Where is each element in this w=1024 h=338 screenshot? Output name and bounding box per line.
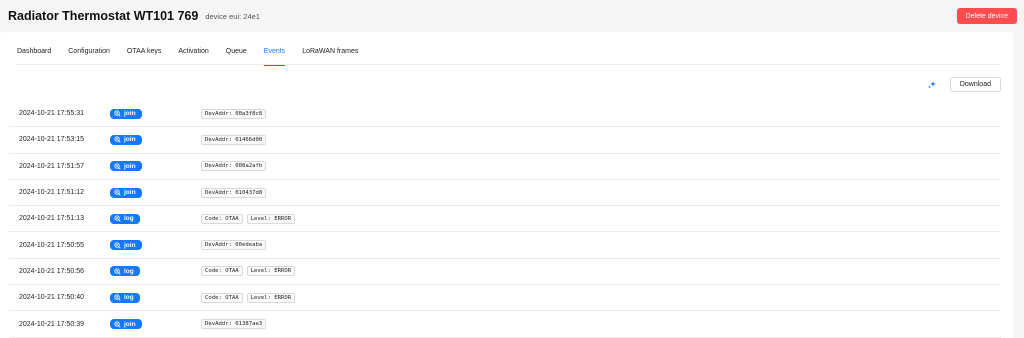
- event-tags: Code: OTAA Level: ERROR: [201, 213, 296, 224]
- event-tags: Code: OTAA Level: ERROR: [201, 292, 296, 303]
- event-tags: DevAddr: 00edeaba: [201, 240, 267, 251]
- tab-events[interactable]: Events: [263, 46, 286, 66]
- event-time: 2024-10-21 17:55:31: [19, 110, 84, 118]
- event-tags: DevAddr: 01466d00: [201, 134, 267, 145]
- event-time: 2024-10-21 17:53:15: [19, 136, 84, 144]
- event-tag: Level: ERROR: [246, 213, 296, 224]
- event-time: 2024-10-21 17:50:55: [19, 241, 84, 249]
- event-type-label: join: [124, 136, 136, 144]
- event-time: 2024-10-21 17:51:12: [19, 189, 84, 197]
- event-row: 2024-10-21 17:50:56 log Code: OTAA Level: E…: [9, 259, 1001, 286]
- download-button[interactable]: Download: [949, 77, 1001, 92]
- event-tag: DevAddr: 00a3f8c8: [201, 108, 267, 119]
- events-toolbar: Download: [927, 77, 1001, 92]
- event-tag: Level: ERROR: [246, 266, 296, 277]
- page-header: Radiator Thermostat WT101 769 device eui…: [0, 0, 1024, 32]
- event-type-label: join: [124, 110, 136, 118]
- event-type-badge[interactable]: log: [110, 292, 140, 303]
- event-row: 2024-10-21 17:50:39 join DevAddr: 01387ae3: [9, 311, 1001, 338]
- sparkle-icon[interactable]: [927, 80, 937, 90]
- event-tag: DevAddr: 010437d8: [201, 187, 267, 198]
- event-row: 2024-10-21 17:53:15 join DevAddr: 01466d00: [9, 127, 1001, 154]
- event-type-label: join: [124, 241, 136, 249]
- event-row: 2024-10-21 17:50:40 log Code: OTAA Level: E…: [9, 285, 1001, 312]
- event-type-label: log: [124, 267, 134, 275]
- events-list: 2024-10-21 17:55:31 join DevAddr: 00a3f8c8…: [9, 101, 1001, 338]
- event-row: 2024-10-21 17:55:31 join DevAddr: 00a3f8c8: [9, 101, 1001, 128]
- event-row: 2024-10-21 17:51:12 join DevAddr: 010437d8: [9, 180, 1001, 207]
- event-time: 2024-10-21 17:50:56: [19, 267, 84, 275]
- event-tags: DevAddr: 01387ae3: [201, 319, 267, 330]
- event-type-label: join: [124, 320, 136, 328]
- event-tag: DevAddr: 00edeaba: [201, 240, 267, 251]
- event-type-label: join: [124, 189, 136, 197]
- event-type-badge[interactable]: join: [110, 134, 142, 145]
- event-type-badge[interactable]: log: [110, 266, 140, 277]
- tab-lorawan-frames[interactable]: LoRaWAN frames: [302, 46, 358, 65]
- event-time: 2024-10-21 17:50:39: [19, 320, 84, 328]
- event-time: 2024-10-21 17:51:57: [19, 162, 84, 170]
- tab-configuration[interactable]: Configuration: [68, 46, 110, 65]
- tab-activation[interactable]: Activation: [178, 46, 208, 65]
- delete-device-button[interactable]: Delete device: [956, 8, 1017, 24]
- event-type-label: join: [124, 162, 136, 170]
- zoom-in-icon: [114, 163, 121, 170]
- zoom-in-icon: [114, 110, 121, 117]
- event-tag: Level: ERROR: [246, 292, 296, 303]
- event-tags: Code: OTAA Level: ERROR: [201, 266, 296, 277]
- zoom-in-icon: [114, 189, 121, 196]
- event-time: 2024-10-21 17:50:40: [19, 294, 84, 302]
- tab-queue[interactable]: Queue: [226, 46, 247, 65]
- event-time: 2024-10-21 17:51:13: [19, 215, 84, 223]
- device-eui: device eui: 24e1: [205, 12, 260, 21]
- event-tag: DevAddr: 01466d00: [201, 134, 267, 145]
- event-row: 2024-10-21 17:50:55 join DevAddr: 00edeaba: [9, 232, 1001, 259]
- zoom-in-icon: [114, 294, 121, 301]
- event-type-label: log: [124, 294, 134, 302]
- event-tag: Code: OTAA: [201, 266, 243, 277]
- tab-otaa-keys[interactable]: OTAA keys: [127, 46, 162, 65]
- zoom-in-icon: [114, 320, 121, 328]
- event-tag: DevAddr: 008a2afb: [201, 161, 267, 172]
- event-row: 2024-10-21 17:51:57 join DevAddr: 008a2afb: [9, 154, 1001, 180]
- event-type-badge[interactable]: join: [110, 187, 142, 198]
- event-type-badge[interactable]: log: [110, 213, 140, 224]
- tab-bar: Dashboard Configuration OTAA keys Activa…: [17, 46, 1001, 66]
- event-type-badge[interactable]: join: [110, 161, 142, 172]
- event-type-badge[interactable]: join: [110, 240, 142, 251]
- event-tag: Code: OTAA: [201, 213, 243, 224]
- event-tags: DevAddr: 00a3f8c8: [201, 108, 267, 119]
- event-type-badge[interactable]: join: [110, 319, 142, 330]
- event-row: 2024-10-21 17:51:13 log Code: OTAA Level: E…: [9, 206, 1001, 233]
- zoom-in-icon: [114, 241, 121, 249]
- zoom-in-icon: [114, 136, 121, 144]
- event-tags: DevAddr: 010437d8: [201, 187, 267, 198]
- event-tags: DevAddr: 008a2afb: [201, 161, 267, 172]
- zoom-in-icon: [114, 268, 121, 275]
- device-card: Dashboard Configuration OTAA keys Activa…: [0, 32, 1013, 338]
- event-tag: Code: OTAA: [201, 292, 243, 303]
- event-type-badge[interactable]: join: [110, 108, 142, 119]
- page-title: Radiator Thermostat WT101 769: [8, 9, 199, 23]
- zoom-in-icon: [114, 215, 121, 222]
- event-type-label: log: [124, 215, 134, 223]
- tab-dashboard[interactable]: Dashboard: [17, 46, 51, 65]
- event-tag: DevAddr: 01387ae3: [201, 319, 267, 330]
